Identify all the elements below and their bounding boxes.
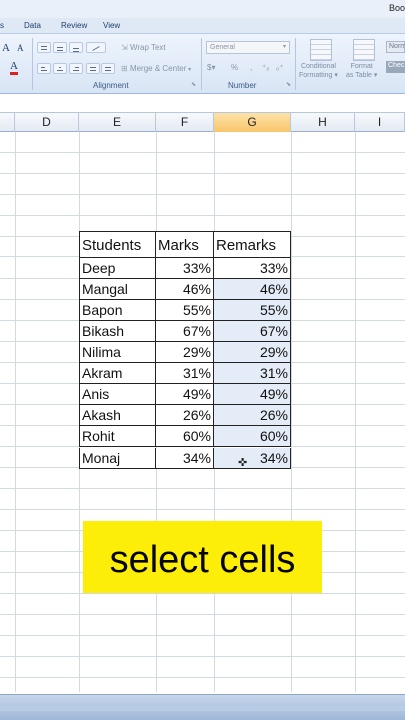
number-group-label: Number	[228, 81, 257, 90]
table-cell[interactable]: Bapon	[79, 300, 156, 321]
table-cell[interactable]: Monaj	[79, 448, 156, 469]
tab-data[interactable]: Data	[24, 21, 41, 30]
table-cell-selected[interactable]: 55%	[214, 300, 291, 321]
table-cell[interactable]: Rohit	[79, 426, 156, 447]
align-left-icon[interactable]	[37, 63, 51, 74]
table-cell-selected[interactable]: 31%	[214, 363, 291, 384]
merge-center-button[interactable]: ⊞ Merge & Center ▾	[121, 64, 191, 73]
number-format-dropdown[interactable]: General ▾	[206, 41, 290, 54]
column-header-i[interactable]: I	[355, 113, 405, 132]
table-cell[interactable]: Bikash	[79, 321, 156, 342]
comma-style-button[interactable]: ,	[250, 63, 252, 72]
table-cell[interactable]: 46%	[156, 279, 214, 300]
align-right-icon[interactable]	[69, 63, 83, 74]
tab-formulas-partial[interactable]: s	[0, 21, 4, 30]
format-as-table-button[interactable]: Format as Table ▾	[346, 62, 377, 80]
decrease-decimal-icon[interactable]: ₀⁺	[276, 63, 284, 72]
orientation-icon[interactable]	[86, 42, 106, 53]
title-bar: Boo	[0, 0, 405, 18]
wrap-text-button[interactable]: ⇲ Wrap Text	[121, 43, 166, 52]
font-color-button[interactable]: A	[10, 61, 18, 75]
column-header-bar: D E F G H I	[0, 112, 405, 132]
caption-banner: select cells	[83, 521, 322, 593]
cell-select-cursor-icon: ✜	[238, 457, 248, 469]
shrink-font-button[interactable]: A	[17, 43, 24, 53]
table-cell[interactable]: Mangal	[79, 279, 156, 300]
table-header-cell[interactable]: Students	[79, 231, 156, 258]
table-cell[interactable]: 34%	[156, 448, 214, 469]
align-center-icon[interactable]	[53, 63, 67, 74]
table-cell-selected[interactable]: 49%	[214, 384, 291, 405]
conditional-formatting-button[interactable]: Conditional Formatting ▾	[299, 62, 338, 80]
ribbon-tabs: s Data Review View	[0, 18, 405, 34]
table-cell[interactable]: Anis	[79, 384, 156, 405]
table-cell[interactable]: 67%	[156, 321, 214, 342]
tab-review[interactable]: Review	[61, 21, 87, 30]
wrap-text-icon: ⇲	[121, 43, 130, 52]
table-cell-selected[interactable]: 34%	[214, 448, 291, 469]
divider	[32, 38, 33, 90]
column-header-f[interactable]: F	[156, 113, 214, 132]
table-header-cell[interactable]: Marks	[156, 231, 214, 258]
column-header-partial[interactable]	[0, 113, 15, 132]
percent-style-button[interactable]: %	[231, 63, 238, 72]
ribbon: A A A ⇲ Wrap Text ⊞ Merge & Center ▾ Ali…	[0, 34, 405, 94]
table-cell[interactable]: 31%	[156, 363, 214, 384]
table-cell-selected[interactable]: 60%	[214, 426, 291, 447]
divider	[201, 38, 202, 90]
table-cell-selected[interactable]: 29%	[214, 342, 291, 363]
tab-view[interactable]: View	[103, 21, 120, 30]
table-header-cell[interactable]: Remarks	[214, 231, 291, 258]
table-cell[interactable]: 49%	[156, 384, 214, 405]
style-check-cell[interactable]: Chec	[386, 61, 405, 73]
table-cell[interactable]: Akash	[79, 405, 156, 426]
conditional-formatting-icon[interactable]	[310, 39, 332, 61]
table-cell[interactable]: 33%	[214, 258, 291, 279]
column-header-d[interactable]: D	[15, 113, 79, 132]
table-cell[interactable]: Nilima	[79, 342, 156, 363]
style-normal[interactable]: Norm	[386, 41, 405, 53]
table-cell[interactable]: 60%	[156, 426, 214, 447]
table-cell[interactable]: Akram	[79, 363, 156, 384]
table-cell[interactable]: 33%	[156, 258, 214, 279]
increase-decimal-icon[interactable]: ⁺₀	[262, 63, 270, 72]
alignment-dialog-launcher-icon[interactable]: ⬊	[191, 81, 196, 88]
column-header-g[interactable]: G	[214, 113, 291, 132]
table-cell[interactable]: 55%	[156, 300, 214, 321]
align-bottom-icon[interactable]	[69, 42, 83, 53]
increase-indent-icon[interactable]	[101, 63, 115, 74]
table-cell[interactable]: Deep	[79, 258, 156, 279]
accounting-format-icon[interactable]: $▾	[207, 63, 215, 72]
table-cell-selected[interactable]: 26%	[214, 405, 291, 426]
grow-font-button[interactable]: A	[2, 42, 10, 54]
column-header-e[interactable]: E	[79, 113, 156, 132]
number-dialog-launcher-icon[interactable]: ⬊	[286, 81, 291, 88]
align-middle-icon[interactable]	[53, 42, 67, 53]
format-as-table-icon[interactable]	[353, 39, 375, 61]
alignment-group-label: Alignment	[93, 81, 129, 90]
column-header-h[interactable]: H	[291, 113, 355, 132]
horizontal-scrollbar[interactable]	[0, 706, 405, 711]
table-cell[interactable]: 29%	[156, 342, 214, 363]
merge-center-icon: ⊞	[121, 64, 130, 73]
window-title: Boo	[388, 3, 405, 13]
table-cell[interactable]: 26%	[156, 405, 214, 426]
table-cell-selected[interactable]: 67%	[214, 321, 291, 342]
divider	[295, 38, 296, 90]
chevron-down-icon: ▾	[282, 44, 286, 50]
sheet-tabs-bar	[0, 694, 405, 720]
caption-text: select cells	[109, 539, 296, 581]
align-top-icon[interactable]	[37, 42, 51, 53]
table-cell-selected[interactable]: 46%	[214, 279, 291, 300]
decrease-indent-icon[interactable]	[86, 63, 100, 74]
